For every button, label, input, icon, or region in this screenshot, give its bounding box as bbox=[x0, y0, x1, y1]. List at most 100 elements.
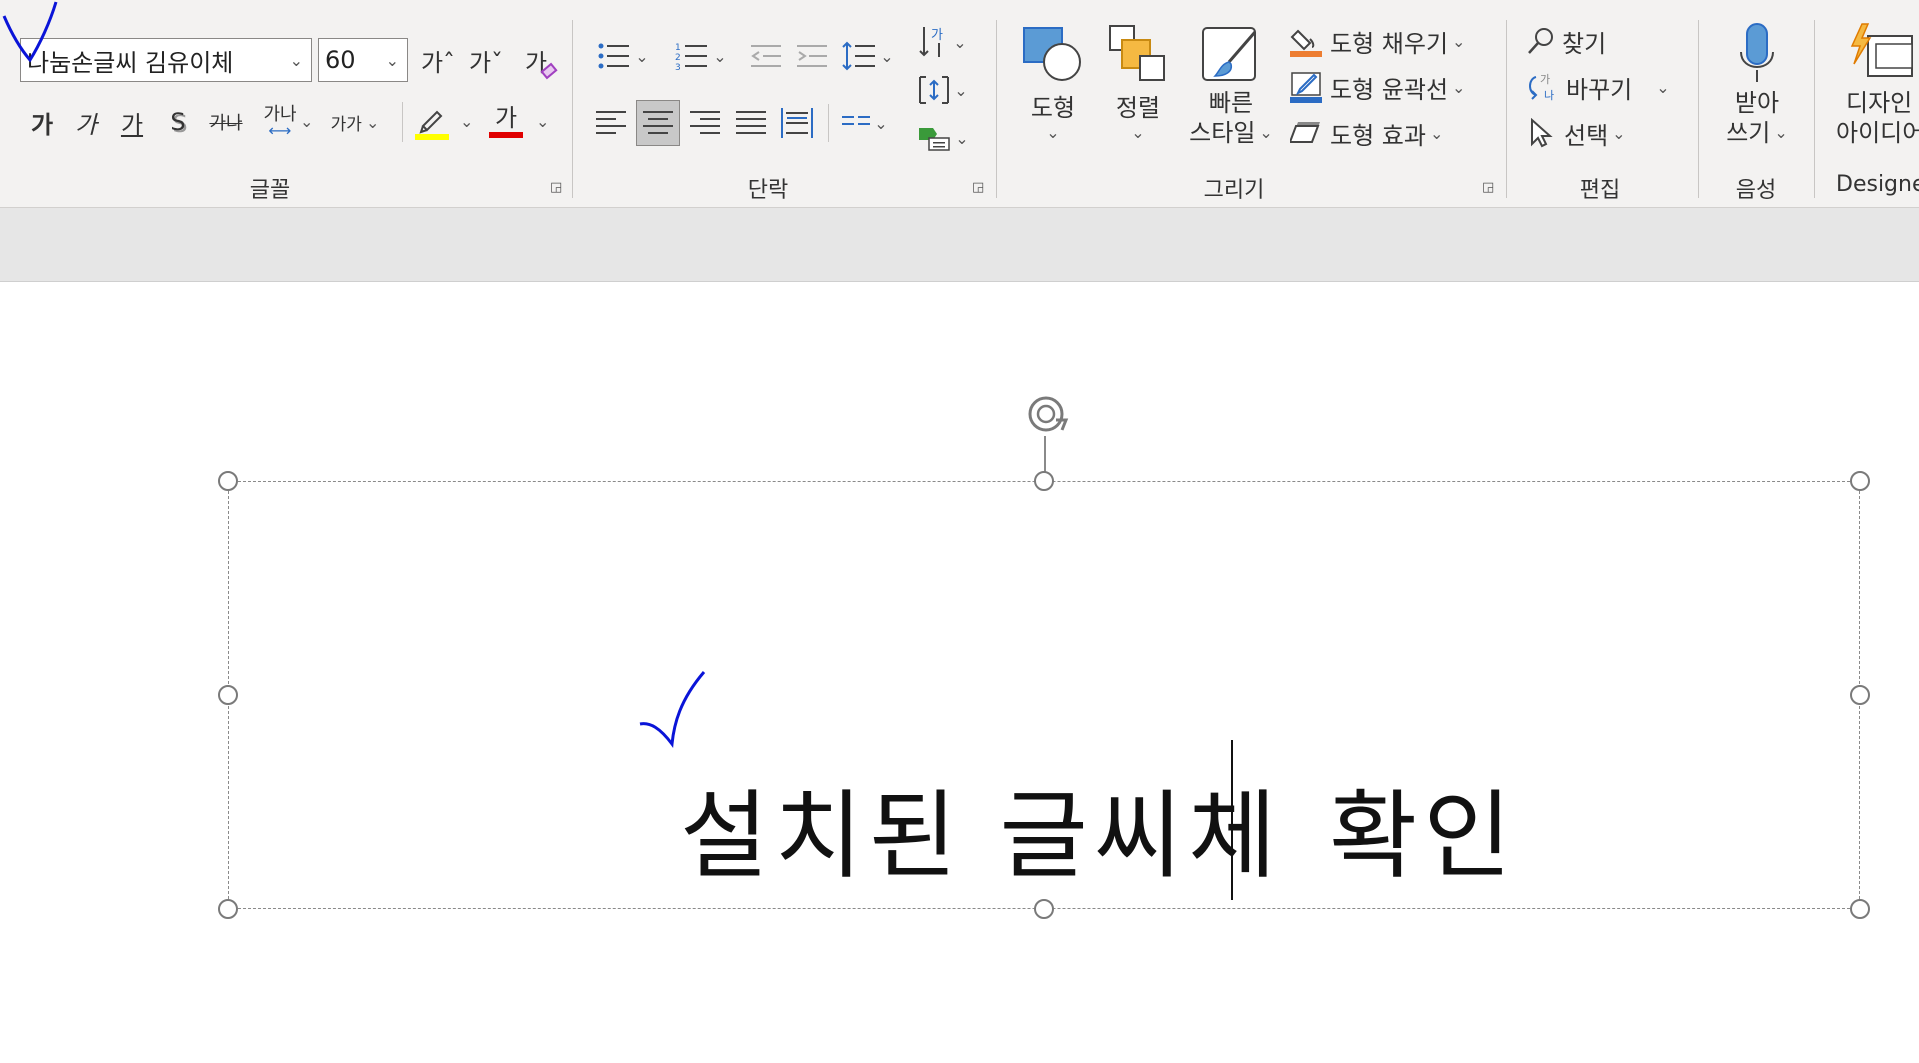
font-color-button[interactable]: 가 bbox=[484, 98, 528, 144]
text-shadow-button[interactable]: S bbox=[160, 100, 196, 144]
grow-font-label: 가ˆ bbox=[420, 48, 456, 77]
svg-text:가: 가 bbox=[1540, 73, 1550, 86]
justify-icon bbox=[736, 111, 766, 134]
columns-button[interactable]: ⌄ bbox=[836, 102, 894, 144]
chevron-down-icon: ⌄ bbox=[635, 46, 649, 66]
text-direction-icon: 가 bbox=[919, 27, 943, 57]
grow-font-button[interactable]: 가ˆ bbox=[414, 40, 462, 80]
paintbrush-icon bbox=[1202, 27, 1257, 81]
strikethrough-button[interactable]: 가나 bbox=[206, 100, 246, 144]
resize-handle-middle-right[interactable] bbox=[1850, 685, 1870, 705]
align-text-button[interactable]: ⌄ bbox=[912, 70, 974, 110]
chevron-down-icon: ⌄ bbox=[713, 46, 727, 66]
align-center-button[interactable] bbox=[636, 100, 680, 146]
design-ideas-icon bbox=[1850, 23, 1913, 77]
chevron-down-icon: ⌄ bbox=[1131, 123, 1145, 142]
quick-styles-label-line1: 빠른 bbox=[1208, 89, 1254, 117]
shape-effects-icon bbox=[1290, 122, 1320, 143]
highlighter-icon bbox=[415, 110, 449, 140]
resize-handle-middle-left[interactable] bbox=[218, 685, 238, 705]
resize-handle-top-left[interactable] bbox=[218, 471, 238, 491]
chevron-down-icon: ⌄ bbox=[385, 51, 399, 70]
replace-icon: 가나 bbox=[1529, 73, 1554, 102]
arrange-button[interactable]: 정렬 ⌄ bbox=[1100, 22, 1176, 152]
select-label: 선택 bbox=[1564, 121, 1609, 150]
resize-handle-bottom-right[interactable] bbox=[1850, 899, 1870, 919]
select-button[interactable]: 선택 ⌄ bbox=[1526, 114, 1656, 152]
search-icon bbox=[1528, 28, 1553, 54]
dialog-launcher-icon[interactable]: ◲ bbox=[550, 180, 566, 196]
convert-to-smartart-button[interactable]: ⌄ bbox=[912, 118, 974, 158]
slide-text[interactable]: 설치된 글씨체 확인 bbox=[680, 758, 1518, 897]
align-right-button[interactable] bbox=[684, 102, 726, 144]
text-shadow-label: S bbox=[170, 108, 186, 136]
distributed-button[interactable] bbox=[776, 102, 818, 144]
change-case-button[interactable]: 가가 ⌄ bbox=[324, 100, 386, 144]
microphone-icon bbox=[1740, 23, 1774, 82]
shape-effects-label: 도형 효과 bbox=[1330, 121, 1426, 150]
dialog-launcher-icon[interactable]: ◲ bbox=[1482, 180, 1498, 196]
paint-bucket-icon bbox=[1290, 29, 1322, 57]
font-color-label: 가 bbox=[494, 104, 518, 132]
rotate-handle-icon[interactable] bbox=[1022, 390, 1078, 440]
distributed-icon bbox=[781, 108, 813, 138]
ribbon: 나눔손글씨 김유이체 ⌄ 60 ⌄ 가ˆ 가ˇ 가 가 가 가 S 가나 가나 … bbox=[0, 0, 1919, 208]
resize-handle-bottom-left[interactable] bbox=[218, 899, 238, 919]
chevron-down-icon: ⌄ bbox=[1656, 77, 1670, 97]
annotation-checkmark-icon bbox=[2, 1, 58, 63]
shrink-font-button[interactable]: 가ˇ bbox=[462, 40, 510, 80]
dictate-button[interactable]: 받아 쓰기 ⌄ bbox=[1712, 22, 1802, 158]
smartart-icon bbox=[919, 128, 951, 151]
arrange-label: 정렬 bbox=[1115, 94, 1161, 122]
resize-handle-bottom-middle[interactable] bbox=[1034, 899, 1054, 919]
highlight-swatch bbox=[415, 134, 449, 140]
chevron-down-icon: ⌄ bbox=[1429, 123, 1444, 143]
highlight-color-button[interactable] bbox=[410, 100, 454, 144]
divider bbox=[828, 104, 829, 142]
dialog-launcher-icon[interactable]: ◲ bbox=[972, 180, 988, 196]
chevron-down-icon: ⌄ bbox=[300, 112, 314, 131]
shape-effects-button[interactable]: 도형 효과 ⌄ bbox=[1290, 114, 1480, 152]
font-group-label: 글꼴 bbox=[249, 178, 291, 203]
group-separator bbox=[1814, 20, 1815, 198]
find-button[interactable]: 찾기 bbox=[1526, 22, 1636, 60]
group-separator bbox=[572, 20, 573, 198]
bullets-button[interactable]: ⌄ bbox=[590, 36, 656, 76]
shrink-font-label: 가ˇ bbox=[468, 48, 504, 77]
drawing-group-label: 그리기 bbox=[1203, 178, 1265, 203]
shape-fill-label: 도형 채우기 bbox=[1330, 29, 1449, 58]
svg-text:가: 가 bbox=[931, 28, 943, 43]
quick-styles-button[interactable]: 빠른 스타일 ⌄ bbox=[1180, 22, 1282, 158]
chevron-down-icon: ⌄ bbox=[1774, 123, 1788, 142]
cursor-arrow-icon bbox=[1531, 118, 1553, 148]
design-ideas-button[interactable]: 디자인 아이디어 bbox=[1826, 22, 1919, 158]
increase-indent-button[interactable] bbox=[792, 36, 832, 76]
shape-outline-button[interactable]: 도형 윤곽선 ⌄ bbox=[1290, 68, 1480, 106]
chevron-down-icon: ⌄ bbox=[1452, 77, 1466, 97]
dictate-label-line1: 받아 bbox=[1734, 89, 1780, 117]
clear-formatting-button[interactable]: 가 bbox=[514, 38, 558, 82]
replace-button[interactable]: 가나 바꾸기 ⌄ bbox=[1526, 68, 1678, 106]
shapes-button[interactable]: 도형 ⌄ bbox=[1016, 22, 1090, 152]
font-color-swatch bbox=[489, 132, 523, 138]
line-spacing-button[interactable]: ⌄ bbox=[838, 36, 898, 76]
text-caret bbox=[1231, 740, 1233, 900]
text-direction-button[interactable]: 가 ⌄ bbox=[912, 22, 974, 62]
resize-handle-top-middle[interactable] bbox=[1034, 471, 1054, 491]
justify-button[interactable] bbox=[730, 102, 772, 144]
bold-button[interactable]: 가 bbox=[24, 100, 60, 144]
decrease-indent-button[interactable] bbox=[746, 36, 786, 76]
decrease-indent-icon bbox=[751, 45, 781, 67]
numbered-list-icon: 1 2 3 bbox=[675, 43, 708, 71]
chevron-down-icon: ⌄ bbox=[953, 32, 967, 52]
design-ideas-label-line2: 아이디어 bbox=[1836, 119, 1919, 147]
underline-button[interactable]: 가 bbox=[114, 100, 150, 144]
italic-button[interactable]: 가 bbox=[68, 100, 104, 144]
numbering-button[interactable]: 1 2 3 ⌄ bbox=[668, 36, 734, 76]
font-size-combobox[interactable]: 60 ⌄ bbox=[318, 38, 408, 82]
chevron-down-icon: ⌄ bbox=[955, 128, 969, 148]
shape-fill-button[interactable]: 도형 채우기 ⌄ bbox=[1290, 22, 1480, 60]
resize-handle-top-right[interactable] bbox=[1850, 471, 1870, 491]
design-ideas-label-line1: 디자인 bbox=[1846, 89, 1913, 117]
align-left-button[interactable] bbox=[590, 102, 632, 144]
